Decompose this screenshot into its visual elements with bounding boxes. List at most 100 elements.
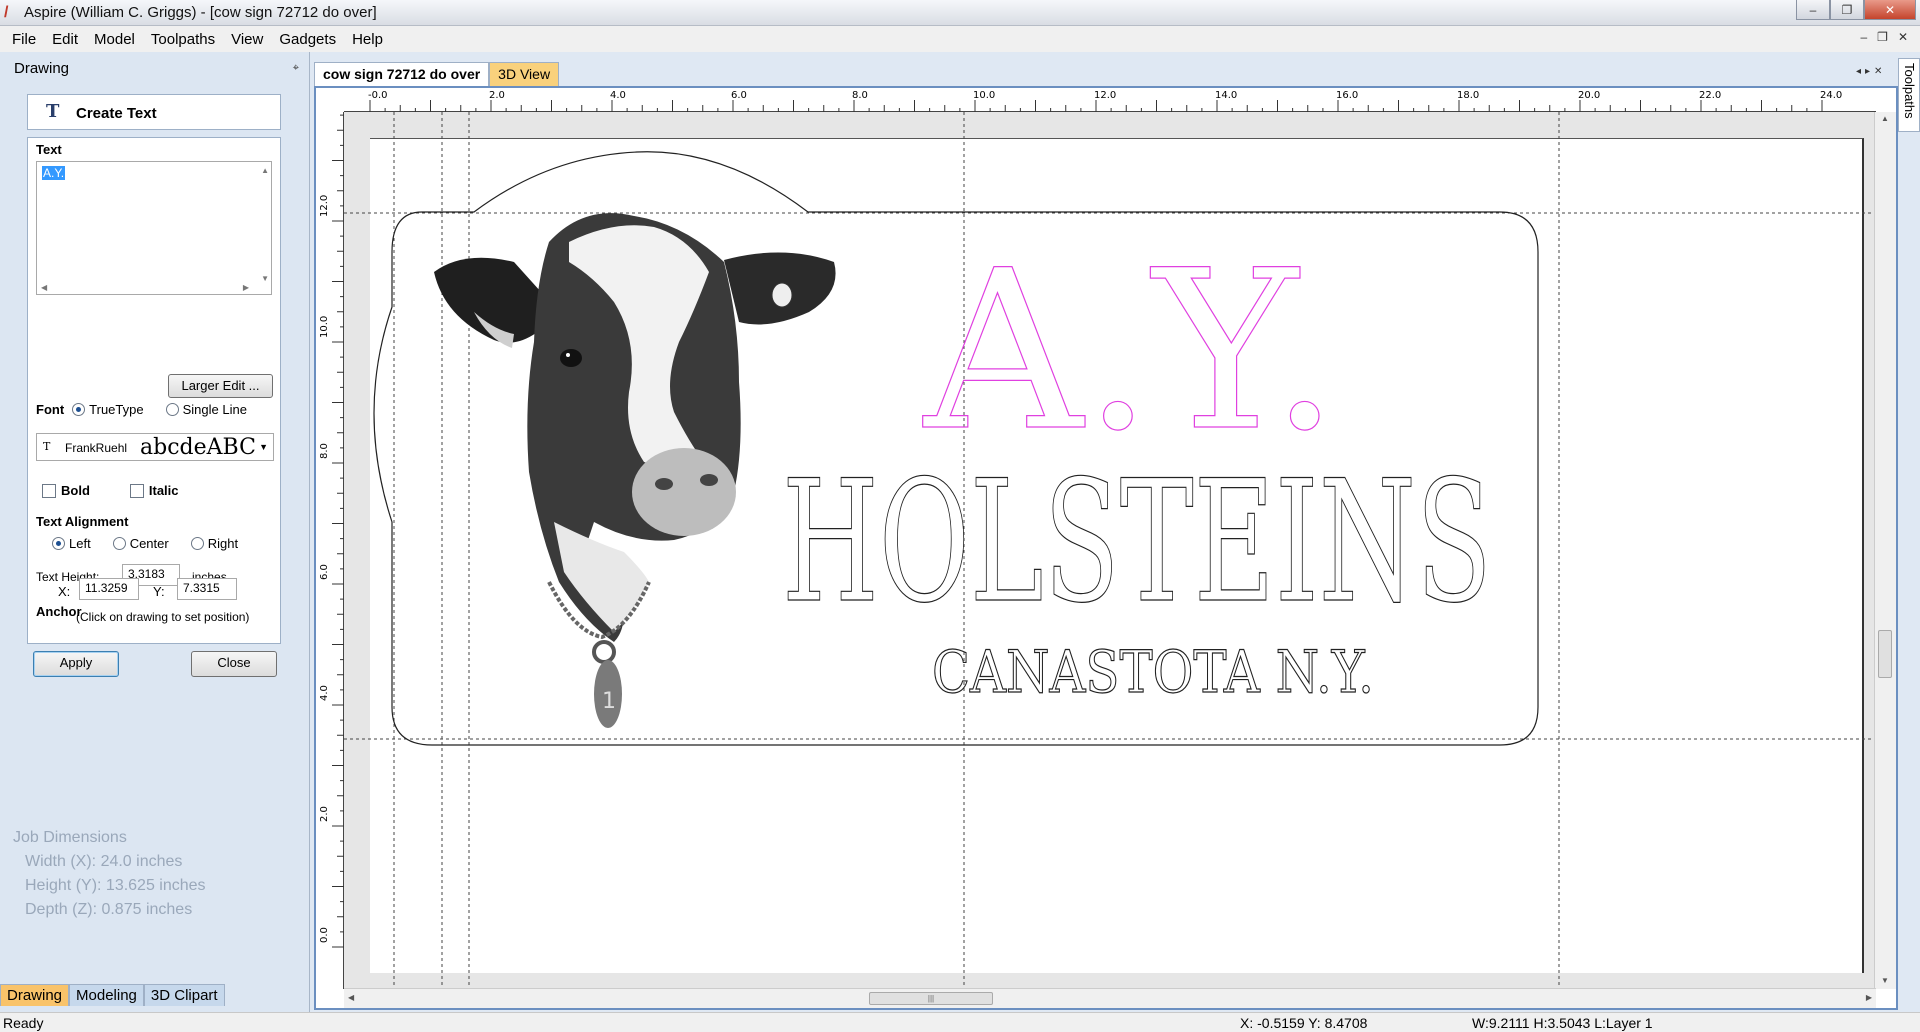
single-line-radio[interactable] [165,403,179,416]
horizontal-scrollbar[interactable]: ◀ ||| ▶ [344,988,1876,1008]
scroll-down-icon[interactable]: ▼ [261,274,269,283]
menu-model[interactable]: Model [86,31,143,48]
alignment-label: Text Alignment [36,514,129,529]
vector-layer[interactable]: 1 A.Y. HOLSTEINS CANASTOTA N.Y. [344,112,1876,989]
text-options-box: Text A.Y. ▲ ▼ ◀ ▶ Larger Edit ... Font T… [27,137,281,644]
mdi-close-icon[interactable]: ✕ [1898,30,1908,44]
anchor-x-input[interactable]: 11.3259 [79,578,139,600]
scroll-up-icon[interactable]: ▲ [1881,114,1889,123]
create-text-header: T Create Text [27,94,281,130]
ruler-left-label: 12.0 [319,195,330,217]
pin-icon[interactable]: ⌖ [293,62,299,75]
font-label: Font [36,402,65,417]
job-height: Height (Y): 13.625 inches [25,877,206,894]
chevron-down-icon: ▼ [259,442,268,452]
scroll-right-icon[interactable]: ▶ [1866,993,1872,1002]
truetype-radio[interactable] [72,403,86,416]
menu-bar: File Edit Model Toolpaths View Gadgets H… [0,26,1920,52]
menu-help[interactable]: Help [344,31,391,48]
title-bar: / Aspire (William C. Griggs) - [cow sign… [0,0,1920,26]
scroll-left-icon[interactable]: ◀ [348,993,354,1002]
menu-gadgets[interactable]: Gadgets [271,31,344,48]
ruler-left-label: 4.0 [319,685,330,701]
status-ready: Ready [3,1015,44,1031]
ruler-left-ticks: 0.0 2.0 4.0 6.0 8.0 10.0 12.0 [319,114,344,948]
align-left-radio[interactable] [52,537,65,550]
minimize-icon[interactable]: ‒ [1796,0,1830,20]
ruler-top-label: 20.0 [1578,90,1600,101]
menu-edit[interactable]: Edit [44,31,86,48]
tab-3d-view[interactable]: 3D View [489,62,560,86]
bold-label: Bold [61,483,90,498]
larger-edit-button[interactable]: Larger Edit ... [168,374,273,398]
drawing-canvas[interactable]: 1 A.Y. HOLSTEINS CANASTOTA N.Y. [344,112,1876,989]
truetype-label: TrueType [89,402,144,417]
text-vector-ay[interactable]: A.Y. [921,222,1340,479]
mdi-minimize-icon[interactable]: ‒ [1860,30,1867,44]
mdi-restore-icon[interactable]: ❐ [1877,30,1888,44]
text-vector-canastota[interactable]: CANASTOTA N.Y. [931,637,1374,706]
text-input[interactable]: A.Y. ▲ ▼ ◀ ▶ [36,161,272,295]
toolpaths-side-tab[interactable]: Toolpaths [1898,58,1920,132]
job-dimensions: Job Dimensions Width (X): 24.0 inches He… [13,826,206,922]
ruler-top-label: 4.0 [610,90,626,101]
scroll-up-icon[interactable]: ▲ [261,166,269,175]
ruler-top-label: 8.0 [852,90,868,101]
align-center-radio[interactable] [112,537,126,550]
tab-drawing[interactable]: Drawing [0,984,70,1006]
ruler-left-label-group: 0.0 2.0 4.0 6.0 8.0 10.0 12.0 [319,195,330,943]
job-width: Width (X): 24.0 inches [25,853,183,870]
italic-checkbox[interactable] [129,483,144,498]
font-name: FrankRuehl [65,441,128,455]
text-vector-holsteins[interactable]: HOLSTEINS [781,443,1492,640]
italic-label: Italic [148,483,179,498]
ruler-top-label: 6.0 [731,90,747,101]
panel-title: Drawing [14,60,70,77]
style-row: Bold Italic [42,483,179,498]
horizontal-scroll-thumb[interactable]: ||| [869,992,993,1005]
close-icon[interactable]: ✕ [1864,0,1916,20]
scroll-right-icon[interactable]: ▶ [243,283,249,292]
status-bar: Ready X: -0.5159 Y: 8.4708 W:9.2111 H:3.… [0,1012,1920,1032]
status-selection-size: W:9.2111 H:3.5043 L:Layer 1 [1472,1015,1653,1031]
ruler-top-label: 14.0 [1215,90,1237,101]
scroll-down-icon[interactable]: ▼ [1881,976,1889,985]
document-nav-icons[interactable]: ◂▸✕ [1856,66,1886,77]
menu-view[interactable]: View [223,31,271,48]
single-line-label: Single Line [182,402,247,417]
vertical-scroll-thumb[interactable] [1878,630,1892,678]
text-input-value: A.Y. [42,166,66,180]
anchor-y-label: Y: [153,584,165,599]
tab-cow-sign[interactable]: cow sign 72712 do over [314,62,490,86]
font-dropdown[interactable]: T FrankRuehl abcdeABC ▼ [36,433,274,461]
ruler-top-label-group: -0.0 2.0 4.0 6.0 8.0 10.0 12.0 14.0 16.0 18.0 20.0… [368,90,1842,101]
maximize-icon[interactable]: ❐ [1830,0,1864,20]
ruler-top-label: 18.0 [1457,90,1479,101]
ruler-top-label: 10.0 [973,90,995,101]
cow-head-image: 1 [434,213,836,728]
tab-modeling[interactable]: Modeling [69,984,144,1006]
anchor-hint: (Click on drawing to set position) [76,610,250,624]
toolpaths-side-tab-label: Toolpaths [1902,63,1917,119]
close-button[interactable]: Close [191,651,277,677]
menu-file[interactable]: File [4,31,44,48]
ruler-top-label: 12.0 [1094,90,1116,101]
cow-tag-number: 1 [602,689,616,714]
bold-checkbox[interactable] [42,483,56,498]
align-right-radio[interactable] [190,537,204,550]
create-text-title: Create Text [76,105,157,122]
truetype-font-icon: T [43,440,51,453]
menu-toolpaths[interactable]: Toolpaths [143,31,223,48]
ruler-left-label: 6.0 [319,564,330,580]
vertical-scrollbar[interactable]: ▲ ▼ [1874,112,1896,989]
window-title: Aspire (William C. Griggs) - [cow sign 7… [24,4,377,21]
anchor-y-input[interactable]: 7.3315 [177,578,237,600]
tab-3d-clipart[interactable]: 3D Clipart [143,984,225,1006]
text-section-label: Text [36,142,62,157]
document-tabs: cow sign 72712 do over 3D View [314,62,560,86]
scroll-left-icon[interactable]: ◀ [41,283,47,292]
ruler-top-label: 22.0 [1699,90,1721,101]
apply-button[interactable]: Apply [33,651,119,677]
align-right-label: Right [207,536,239,551]
alignment-row: Left Center Right [52,536,238,551]
